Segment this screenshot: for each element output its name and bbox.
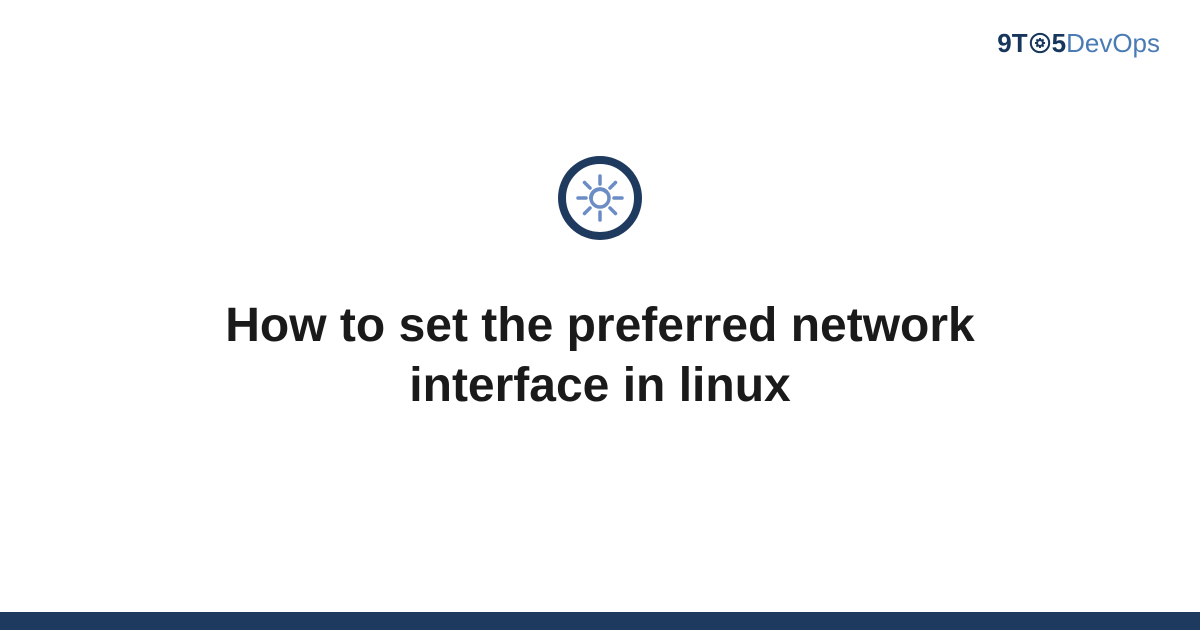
main-content: How to set the preferred network interfa… <box>0 0 1200 630</box>
gear-badge-icon <box>557 155 643 246</box>
page-title: How to set the preferred network interfa… <box>150 296 1050 416</box>
footer-accent-bar <box>0 612 1200 630</box>
